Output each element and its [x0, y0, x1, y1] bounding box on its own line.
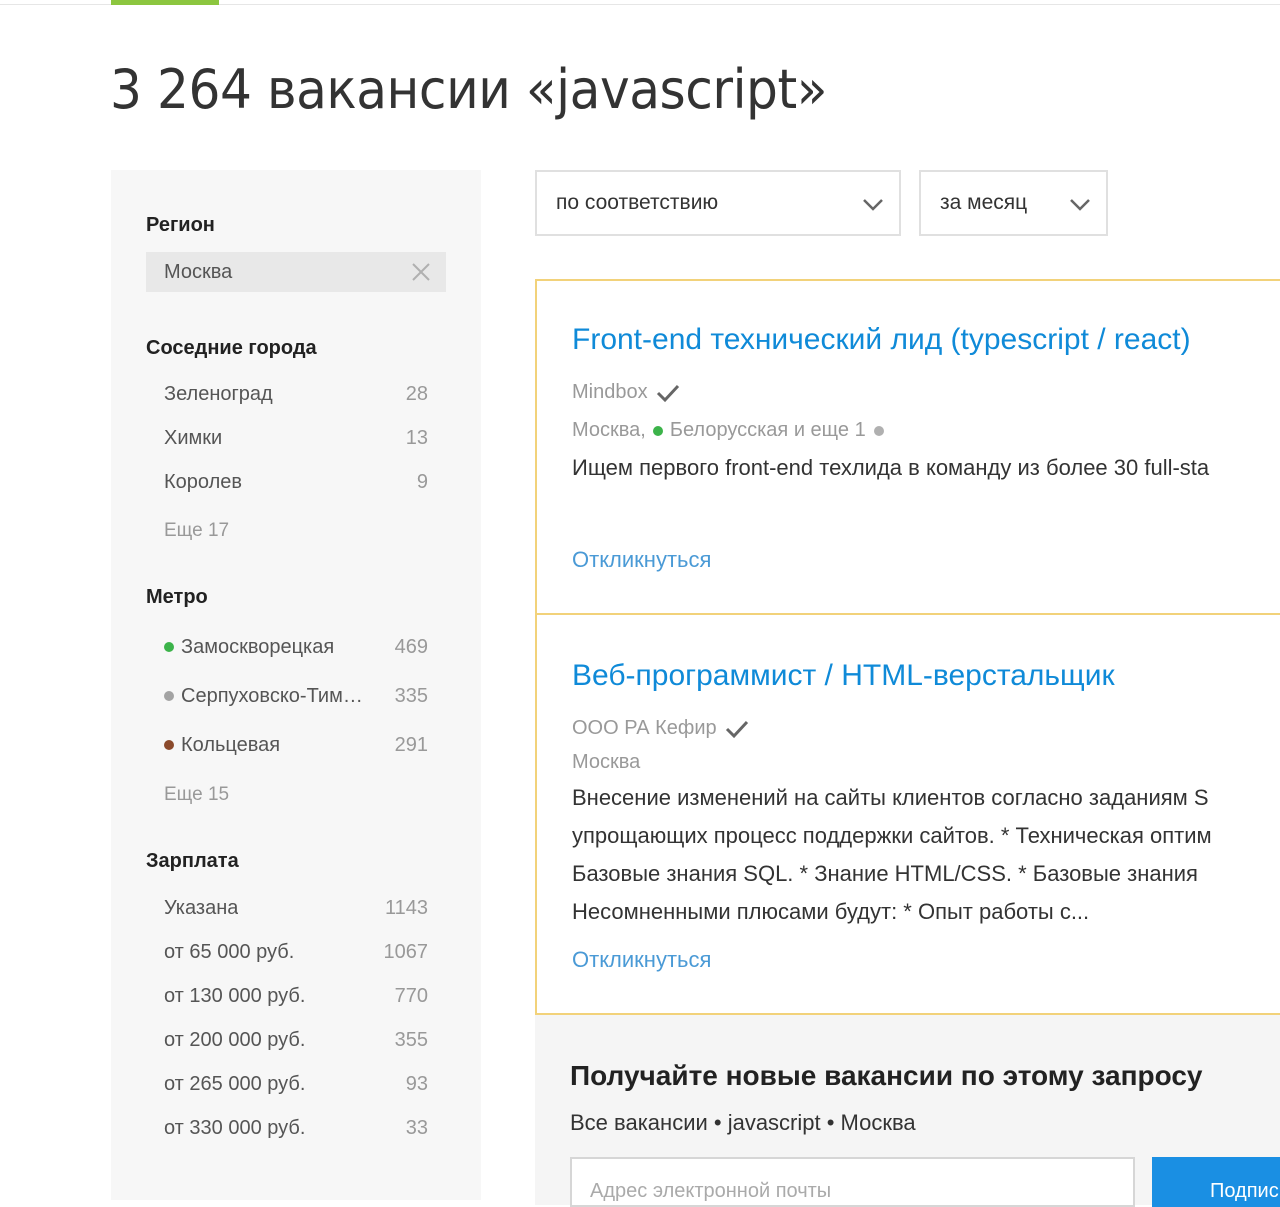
subscribe-query: Все вакансии • javascript • Москва: [570, 1110, 916, 1135]
nearby-city-item[interactable]: Зеленоград 28: [164, 379, 428, 409]
nearby-city-item[interactable]: Королев 9: [164, 467, 428, 497]
top-nav-line: [0, 0, 1280, 5]
respond-button[interactable]: Откликнуться: [572, 547, 711, 573]
snippet-line: Ищем первого front-end техлида в команду…: [572, 455, 1210, 480]
region-heading: Регион: [146, 214, 215, 236]
vacancy-title-link[interactable]: Front-end технический лид (typescript / …: [572, 323, 1191, 357]
salary-heading: Зарплата: [146, 850, 239, 872]
period-select[interactable]: за месяц: [919, 170, 1108, 236]
metro-label: Кольцевая: [181, 733, 281, 756]
vacancy-location: Москва, Белорусская и еще 1: [572, 419, 891, 442]
salary-item[interactable]: от 200 000 руб. 355: [164, 1025, 428, 1055]
salary-label: от 265 000 руб.: [164, 1072, 306, 1095]
company-name: Mindbox: [572, 381, 648, 403]
verified-check-icon: [656, 384, 679, 402]
subscribe-button[interactable]: Подпис: [1152, 1157, 1280, 1207]
salary-count: 33: [405, 1116, 428, 1139]
metro-count: 291: [394, 733, 428, 756]
nearby-city-count: 9: [416, 470, 428, 493]
company-name: ООО РА Кефир: [572, 717, 717, 739]
close-icon[interactable]: [410, 261, 432, 283]
salary-item[interactable]: от 130 000 руб. 770: [164, 981, 428, 1011]
vacancy-snippet: Внесение изменений на сайты клиентов сог…: [572, 779, 1280, 931]
metro-item[interactable]: Серпуховско-Тим… 335: [162, 681, 428, 711]
snippet-line: Базовые знания SQL. * Знание HTML/CSS. *…: [572, 861, 1198, 886]
salary-item[interactable]: от 330 000 руб. 33: [164, 1113, 428, 1143]
subscribe-block: Получайте новые вакансии по этому запрос…: [535, 1015, 1280, 1207]
salary-count: 355: [394, 1028, 428, 1051]
sort-order-value: по соответствию: [556, 191, 719, 214]
metro-item[interactable]: Кольцевая 291: [162, 730, 428, 760]
salary-item[interactable]: Указана 1143: [164, 893, 428, 923]
snippet-line: Несомненными плюсами будут: * Опыт работ…: [572, 899, 1090, 924]
vacancy-location: Москва: [572, 751, 640, 774]
nearby-more-link[interactable]: Еще 17: [164, 520, 229, 542]
snippet-line: упрощающих процесс поддержки сайтов. * Т…: [572, 823, 1212, 848]
nearby-cities-heading: Соседние города: [146, 337, 317, 359]
nearby-city-item[interactable]: Химки 13: [164, 423, 428, 453]
metro-line-dot: [652, 425, 663, 436]
salary-item[interactable]: от 65 000 руб. 1067: [164, 937, 428, 967]
salary-label: от 65 000 руб.: [164, 940, 295, 963]
metro-line-dot: [873, 425, 884, 436]
salary-count: 770: [394, 984, 428, 1007]
chevron-down-icon: [1070, 199, 1090, 211]
email-input[interactable]: [570, 1157, 1135, 1207]
vacancy-metro: Белорусская и еще 1: [669, 419, 866, 441]
salary-label: от 130 000 руб.: [164, 984, 306, 1007]
metro-line-dot: [164, 642, 174, 652]
snippet-line: Внесение изменений на сайты клиентов сог…: [572, 785, 1209, 810]
salary-label: от 200 000 руб.: [164, 1028, 306, 1051]
vacancy-card: Веб-программист / HTML-верстальщик ООО Р…: [535, 613, 1280, 1015]
salary-count: 1067: [383, 940, 429, 963]
chevron-down-icon: [863, 199, 883, 211]
active-tab-indicator: [111, 0, 219, 5]
vacancy-title-link[interactable]: Веб-программист / HTML-верстальщик: [572, 659, 1115, 693]
nearby-city-label: Королев: [164, 470, 242, 493]
vacancy-city: Москва,: [572, 419, 646, 441]
metro-line-dot: [164, 691, 174, 701]
period-value: за месяц: [940, 191, 1028, 214]
vacancy-city: Москва: [572, 751, 641, 773]
nearby-city-label: Химки: [164, 426, 223, 449]
salary-label: от 330 000 руб.: [164, 1116, 306, 1139]
metro-label: Серпуховско-Тим…: [181, 684, 363, 707]
metro-line-dot: [164, 740, 174, 750]
salary-count: 93: [405, 1072, 428, 1095]
metro-more-link[interactable]: Еще 15: [164, 784, 229, 806]
vacancy-company[interactable]: Mindbox: [572, 381, 681, 404]
nearby-city-count: 13: [405, 426, 428, 449]
vacancy-company[interactable]: ООО РА Кефир: [572, 717, 750, 740]
metro-count: 335: [394, 684, 428, 707]
filters-sidebar: Регион Москва Соседние города Зеленоград…: [111, 170, 481, 1200]
salary-label: Указана: [164, 896, 239, 919]
subscribe-title: Получайте новые вакансии по этому запрос…: [570, 1060, 1203, 1091]
nearby-city-label: Зеленоград: [164, 382, 273, 405]
region-selected-label: Москва: [164, 260, 233, 283]
page-title: 3 264 вакансии «javascript»: [110, 58, 827, 121]
salary-count: 1143: [384, 896, 428, 919]
salary-item[interactable]: от 265 000 руб. 93: [164, 1069, 428, 1099]
verified-check-icon: [725, 720, 748, 738]
metro-item[interactable]: Замоскворецкая 469: [162, 632, 428, 662]
sort-order-select[interactable]: по соответствию: [535, 170, 901, 236]
metro-label: Замоскворецкая: [181, 635, 335, 658]
metro-count: 469: [394, 635, 428, 658]
region-selected-tag[interactable]: Москва: [146, 252, 446, 292]
vacancy-card: Front-end технический лид (typescript / …: [535, 279, 1280, 615]
respond-button[interactable]: Откликнуться: [572, 947, 711, 973]
metro-heading: Метро: [146, 586, 208, 608]
vacancy-snippet: Ищем первого front-end техлида в команду…: [572, 449, 1280, 487]
nearby-city-count: 28: [405, 382, 428, 405]
